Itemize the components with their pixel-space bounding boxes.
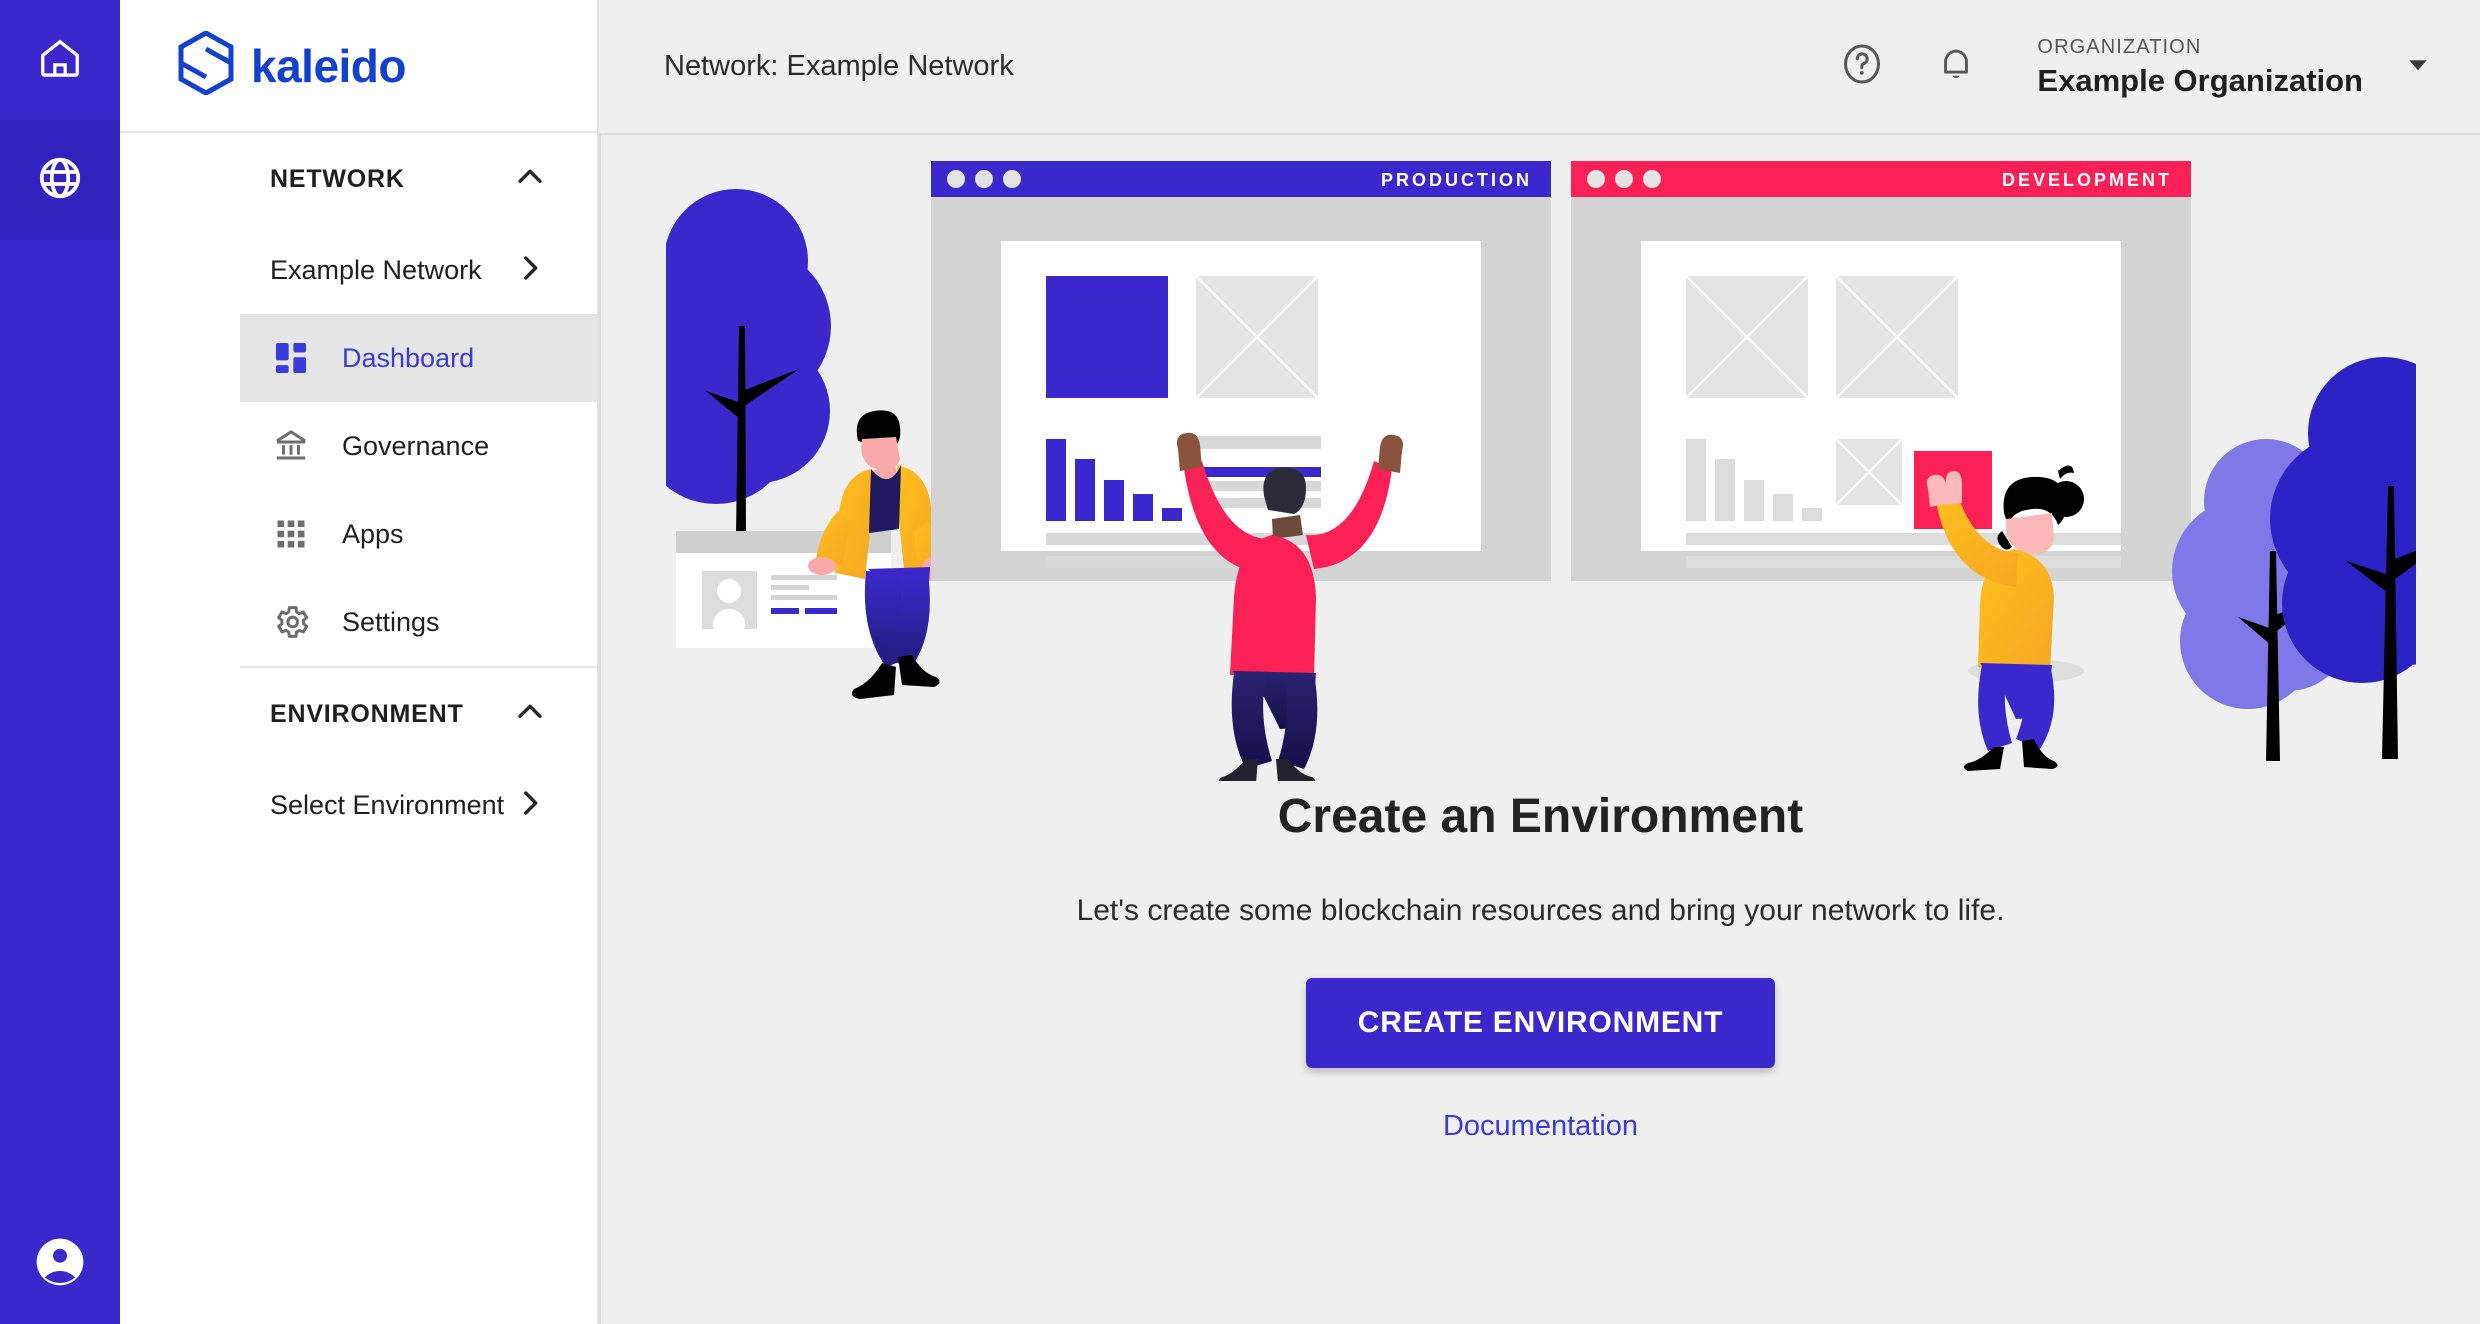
sidebar-section-environment[interactable]: ENVIRONMENT: [240, 668, 597, 761]
sidebar: kaleido NETWORK Example Network Dashboar…: [120, 0, 599, 1324]
sidebar-item-label: Settings: [342, 606, 440, 637]
sidebar-item-select-environment[interactable]: Select Environment: [240, 761, 597, 849]
chevron-right-icon[interactable]: [513, 786, 547, 825]
topbar-actions: ORGANIZATION Example Organization: [1815, 20, 2433, 114]
bank-icon: [270, 426, 312, 466]
gear-icon: [270, 602, 312, 642]
home-icon: [37, 35, 83, 86]
brand-logo[interactable]: kaleido: [120, 0, 597, 133]
rail-item-network[interactable]: [0, 120, 120, 240]
main-area: Network: Example Network ORGANIZATION Ex…: [599, 0, 2480, 1324]
tree-right-dark: [2269, 357, 2480, 759]
sidebar-item-label: Apps: [342, 518, 404, 549]
help-circle-icon: [1839, 41, 1885, 92]
organization-selector[interactable]: ORGANIZATION Example Organization: [2037, 32, 2433, 101]
app-root: kaleido NETWORK Example Network Dashboar…: [0, 0, 2480, 1324]
section-title: NETWORK: [270, 165, 405, 193]
triangle-down-icon[interactable]: [2403, 49, 2433, 84]
apps-grid-icon: [270, 516, 312, 552]
sidebar-item-apps[interactable]: Apps: [240, 490, 597, 578]
create-environment-illustration: PRODUCTION DEVELOPMENT: [628, 141, 2480, 785]
create-environment-button[interactable]: CREATE ENVIRONMENT: [1305, 978, 1776, 1068]
dashboard-grid-icon: [270, 339, 312, 377]
page-title: Network: Example Network: [664, 50, 1014, 82]
page-subheading: Let's create some blockchain resources a…: [1076, 894, 2005, 927]
window-label-production: PRODUCTION: [1381, 170, 1532, 190]
window-label-development: DEVELOPMENT: [2001, 170, 2171, 190]
notifications-button[interactable]: [1909, 20, 2003, 114]
section-title: ENVIRONMENT: [270, 700, 464, 728]
browser-window-production: PRODUCTION: [930, 161, 1551, 581]
bell-icon: [1934, 42, 1978, 91]
page-heading: Create an Environment: [1277, 790, 1804, 843]
organization-label: ORGANIZATION: [2037, 36, 2202, 59]
content-panel: PRODUCTION DEVELOPMENT Create an Environ…: [599, 133, 2480, 1324]
chevron-right-icon[interactable]: [513, 251, 547, 290]
brand-name: kaleido: [251, 39, 407, 92]
organization-name: Example Organization: [2037, 63, 2363, 99]
person-yellow-top: [1926, 465, 2084, 771]
sidebar-item-dashboard[interactable]: Dashboard: [240, 314, 597, 402]
sidebar-item-example-network[interactable]: Example Network: [240, 226, 597, 314]
topbar: Network: Example Network ORGANIZATION Ex…: [599, 0, 2480, 133]
rail-item-home[interactable]: [0, 0, 120, 120]
globe-icon: [36, 154, 84, 207]
browser-window-development: DEVELOPMENT: [1570, 161, 2191, 581]
documentation-link[interactable]: Documentation: [1443, 1110, 1638, 1143]
sidebar-item-label: Dashboard: [342, 342, 475, 373]
icon-rail: [0, 0, 120, 1324]
sidebar-item-label: Governance: [342, 430, 490, 461]
chevron-up-icon[interactable]: [513, 695, 547, 734]
chevron-up-icon[interactable]: [513, 160, 547, 199]
sidebar-item-label: Example Network: [270, 254, 482, 285]
sidebar-section-network[interactable]: NETWORK: [240, 133, 597, 226]
sidebar-item-governance[interactable]: Governance: [240, 402, 597, 490]
help-button[interactable]: [1815, 20, 1909, 114]
account-circle-icon: [32, 1234, 88, 1295]
rail-item-account[interactable]: [0, 1204, 120, 1324]
kaleido-hex-logo-icon: [177, 30, 235, 100]
sidebar-item-settings[interactable]: Settings: [240, 578, 597, 666]
sidebar-item-label: Select Environment: [270, 789, 505, 820]
tree-left: [628, 189, 831, 536]
